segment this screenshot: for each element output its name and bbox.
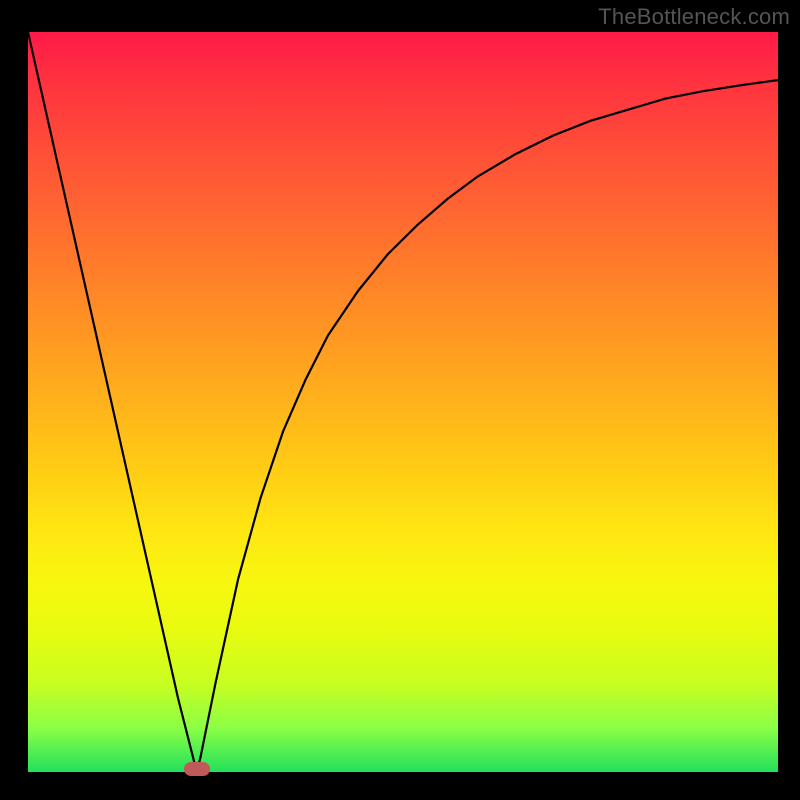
bottleneck-curve xyxy=(28,32,778,772)
chart-container: TheBottleneck.com xyxy=(0,0,800,800)
plot-area xyxy=(28,32,778,772)
optimum-marker xyxy=(184,762,210,776)
watermark-text: TheBottleneck.com xyxy=(598,4,790,30)
